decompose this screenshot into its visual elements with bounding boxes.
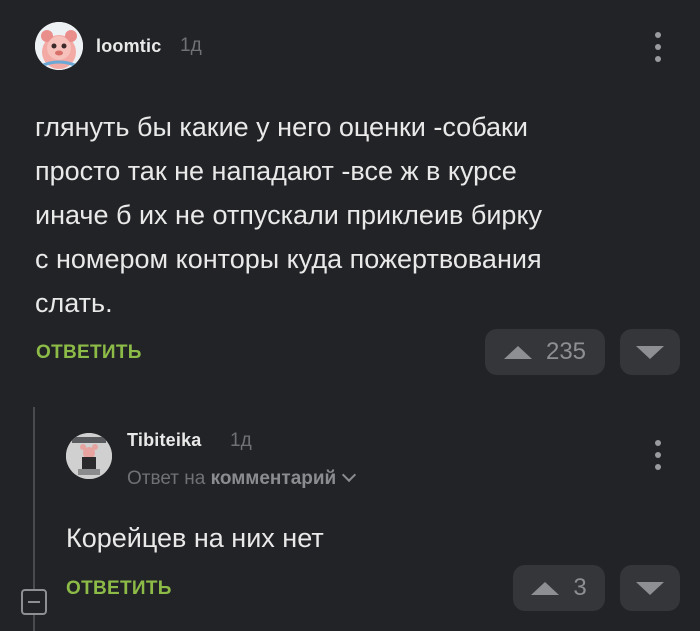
reply-kebab-menu-icon[interactable] [654, 440, 662, 470]
reply-username[interactable]: Tibiteika [127, 430, 202, 451]
upvote-icon [503, 345, 532, 359]
reply-vote-count: 3 [573, 574, 587, 601]
reply-avatar[interactable] [66, 433, 112, 479]
reply-to-prefix: Ответ на [127, 468, 206, 489]
reply-downvote-button[interactable] [620, 565, 680, 611]
reply-time: 1д [230, 430, 252, 451]
downvote-button[interactable] [620, 329, 680, 375]
reply-text: Корейцев на них нет [66, 523, 324, 553]
username[interactable]: loomtic [96, 36, 161, 57]
reply-button[interactable]: ОТВЕТИТЬ [36, 342, 142, 364]
comment-time: 1д [180, 35, 202, 56]
vote-count: 235 [545, 338, 587, 365]
collapse-thread-icon[interactable] [21, 589, 47, 615]
reply-reply-button[interactable]: ОТВЕТИТЬ [66, 578, 172, 600]
reply-avatar-image [66, 433, 112, 479]
reply-upvote-icon [531, 581, 560, 595]
avatar[interactable] [35, 22, 83, 70]
upvote-button[interactable]: 235 [485, 329, 605, 375]
comment-text: глянуть бы какие у него оценки -собаки п… [35, 112, 543, 318]
reply-to-link[interactable]: комментарий [211, 468, 337, 489]
avatar-image [35, 22, 83, 70]
reply-upvote-button[interactable]: 3 [513, 565, 605, 611]
kebab-menu-icon[interactable] [654, 32, 662, 62]
reply-downvote-icon [636, 581, 664, 595]
downvote-icon [636, 345, 664, 359]
reply-to[interactable]: Ответ на комментарий [127, 467, 357, 490]
chevron-down-icon[interactable] [342, 467, 357, 483]
